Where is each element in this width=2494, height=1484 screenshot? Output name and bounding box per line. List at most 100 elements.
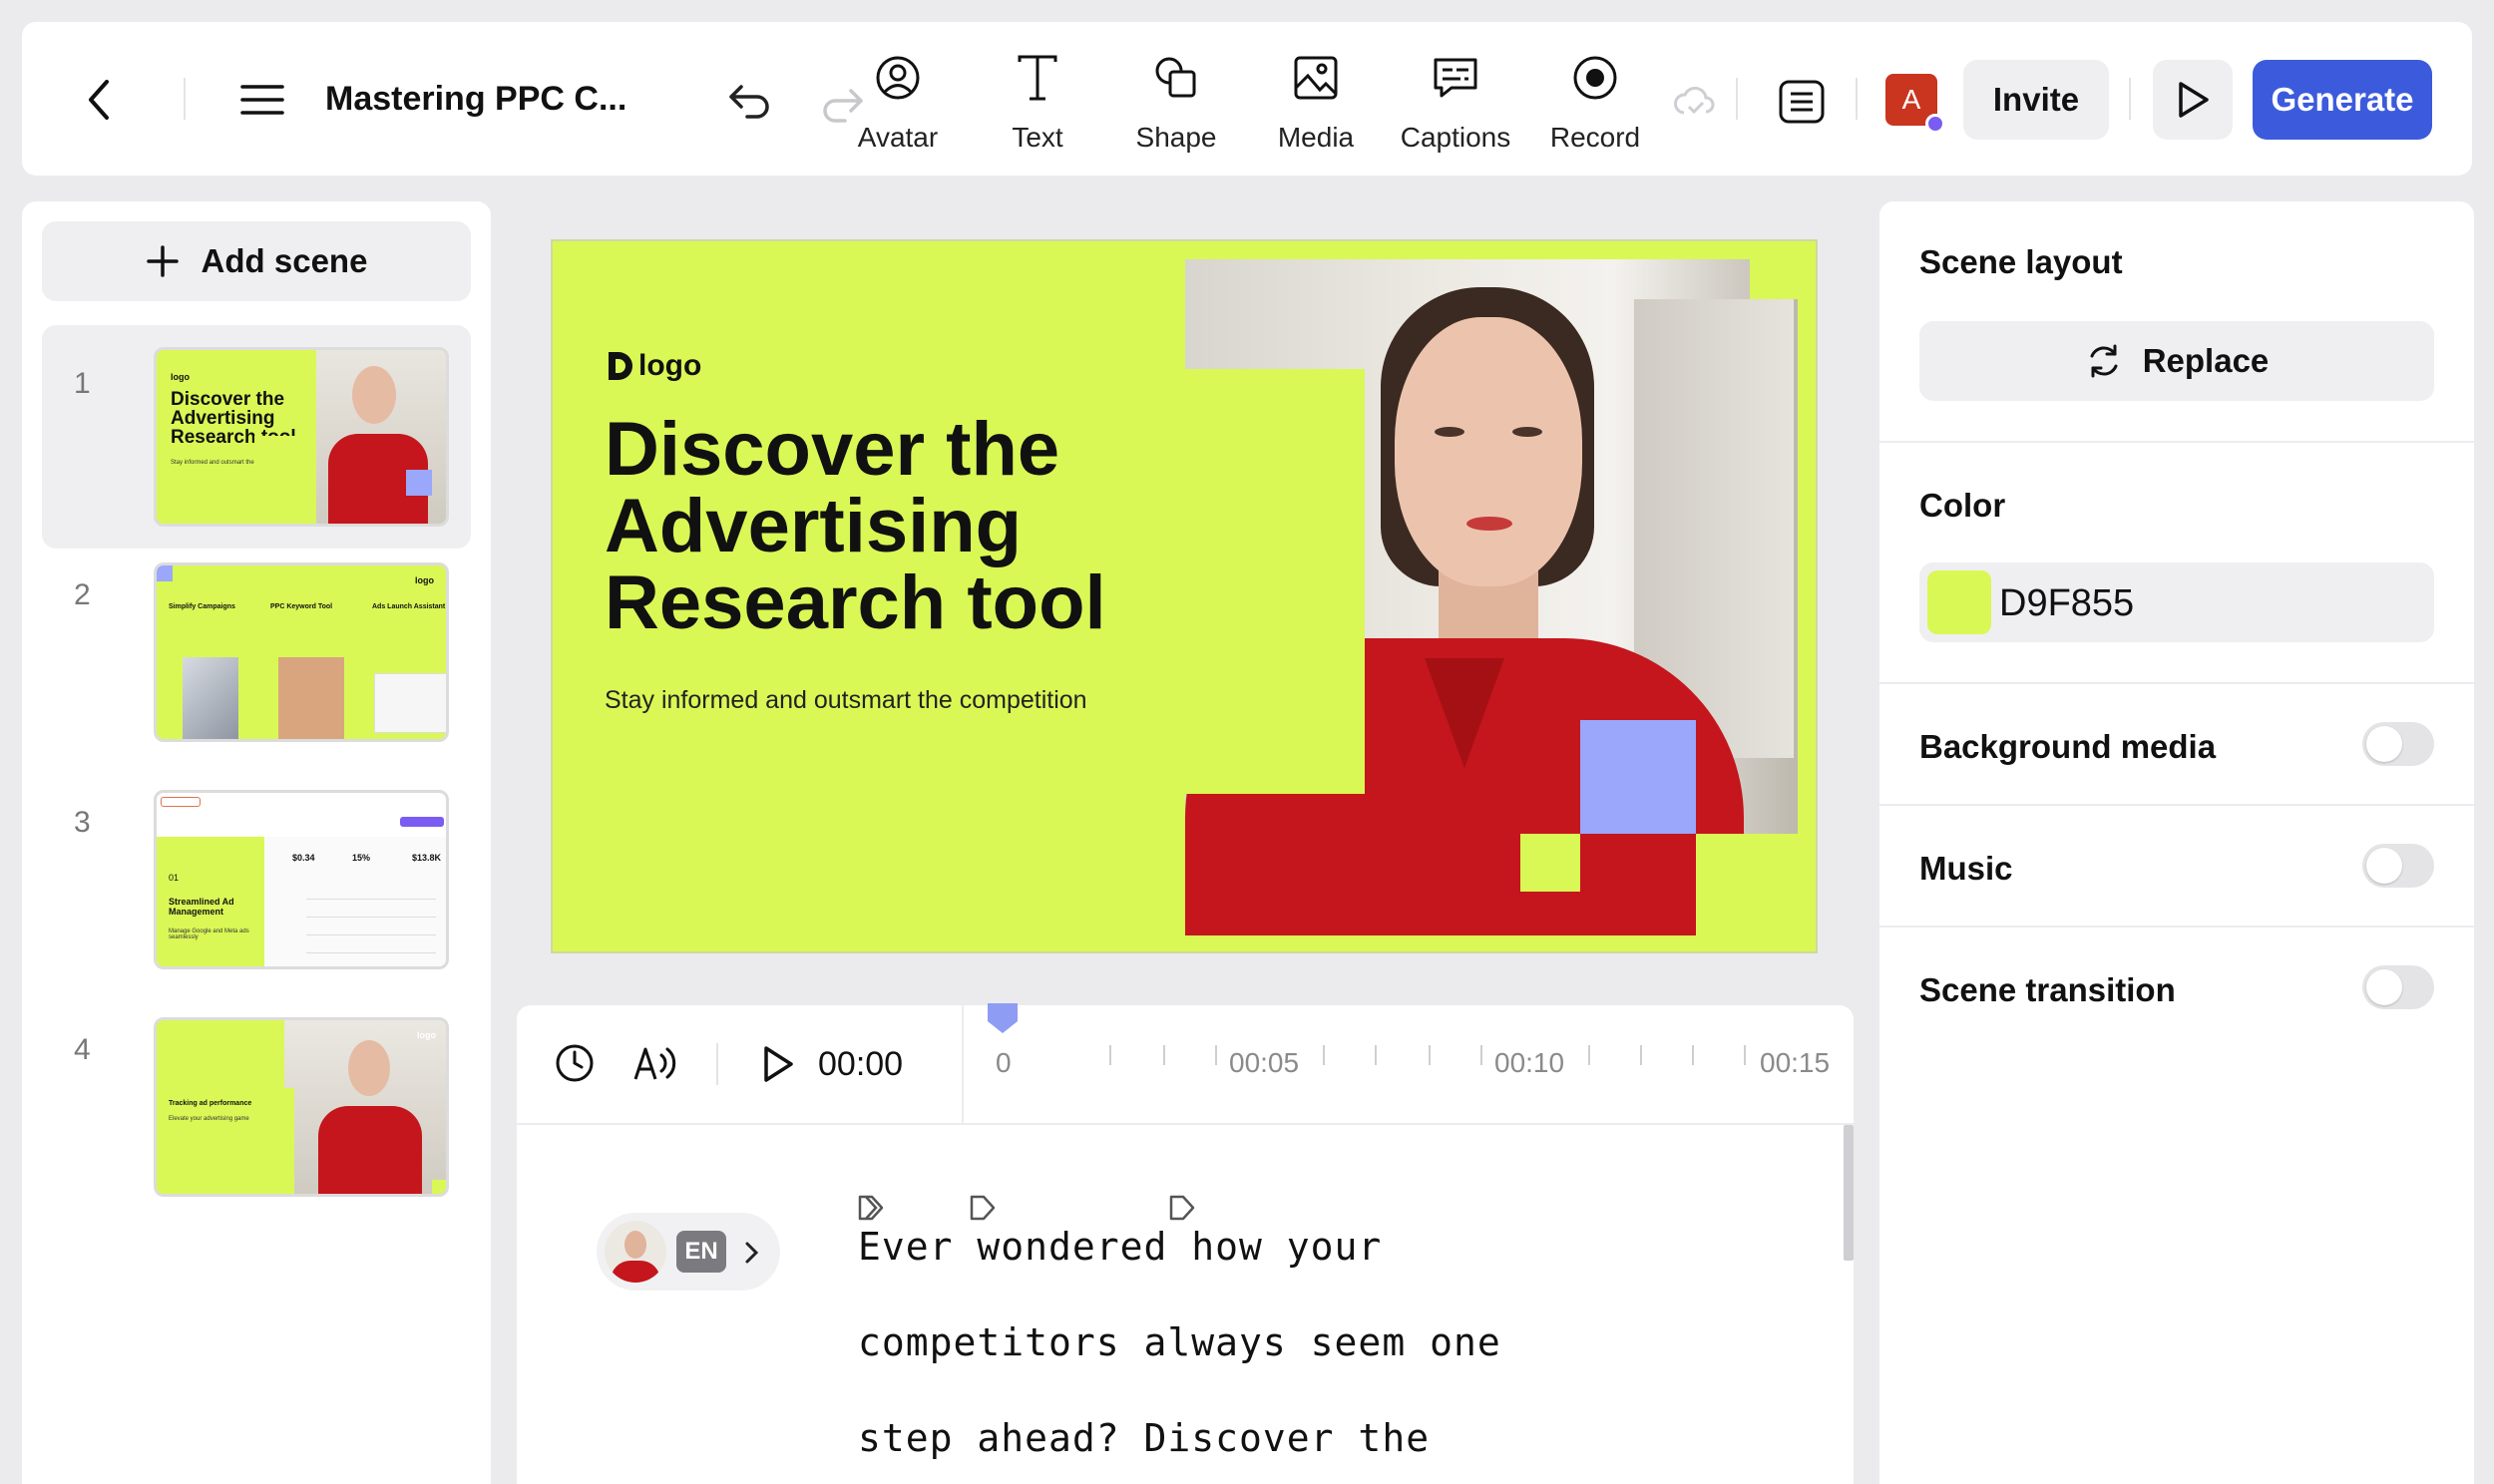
script-line[interactable]: competitors always seem one [858, 1320, 1501, 1364]
add-scene-button[interactable]: Add scene [42, 221, 471, 301]
thumb-col-title: Ads Launch Assistant [372, 603, 446, 610]
thumb-subtitle: Elevate your advertising game [169, 1116, 249, 1122]
scene-transition-toggle[interactable] [2362, 965, 2434, 1009]
user-avatar[interactable]: A [1885, 74, 1945, 134]
background-media-label: Background media [1919, 728, 2217, 765]
scene-thumbnail: logo Simplify Campaigns PPC Keyword Tool… [154, 562, 449, 742]
divider [2129, 78, 2131, 120]
decor-block-lime [1185, 369, 1365, 794]
notes-button[interactable] [1772, 74, 1832, 130]
marker-icon[interactable] [1167, 1193, 1197, 1223]
marker-icon[interactable] [968, 1193, 998, 1223]
media-icon [1294, 56, 1338, 100]
back-button[interactable] [74, 74, 126, 126]
time-mark: 0 [996, 1047, 1012, 1078]
decor-block-lime [1696, 890, 1816, 951]
scene-thumbnail: logo Tracking ad performance Elevate you… [154, 1017, 449, 1197]
time-mark: 00:10 [1494, 1047, 1565, 1078]
tool-media[interactable]: Media [1241, 52, 1391, 172]
undo-icon [729, 85, 769, 119]
avatar-language-chip[interactable]: EN [597, 1213, 780, 1291]
document-title[interactable]: Mastering PPC C... [325, 80, 626, 119]
section-divider [1879, 441, 2474, 443]
tool-captions[interactable]: Captions [1381, 52, 1530, 172]
tool-label: Captions [1400, 122, 1511, 153]
hamburger-icon [240, 85, 284, 115]
scene-item-3[interactable]: 3 $0.34 15% $13.8K 01 Streamlined Ad Man… [42, 780, 471, 1003]
current-time: 00:00 [818, 1045, 904, 1083]
scene-item-4[interactable]: 4 logo Tracking ad performance Elevate y… [42, 1007, 471, 1231]
color-hex-value[interactable]: D9F855 [1999, 582, 2134, 625]
thumb-stat: 15% [352, 853, 371, 863]
avatar-thumb [605, 1221, 666, 1283]
thumb-image [278, 657, 344, 739]
slide-canvas[interactable]: logo Discover the Advertising Research t… [551, 239, 1818, 953]
slide-title[interactable]: Discover the Advertising Research tool [605, 411, 1106, 641]
script-line[interactable]: step ahead? Discover the [858, 1416, 1430, 1460]
tool-label: Avatar [857, 122, 939, 153]
title-line: Advertising [605, 484, 1023, 568]
thumb-logo: logo [171, 372, 190, 382]
scene-number: 3 [74, 806, 91, 839]
divider [1736, 78, 1738, 120]
timeline-vdivider [716, 1043, 718, 1085]
invite-button[interactable]: Invite [1963, 60, 2109, 140]
scene-item-1[interactable]: 1 logo Discover the Advertising Research… [42, 325, 471, 549]
scene-number: 2 [74, 578, 91, 611]
thumb-subtitle: Manage Google and Meta ads seamlessly [169, 928, 249, 940]
generate-button[interactable]: Generate [2253, 60, 2432, 140]
clock-icon [556, 1044, 594, 1082]
title-line: Research tool [605, 560, 1106, 645]
tool-shape[interactable]: Shape [1101, 52, 1251, 172]
music-label: Music [1919, 850, 2013, 887]
cloud-saved-status [1670, 76, 1720, 126]
thumb-logo: logo [417, 1030, 436, 1040]
music-toggle[interactable] [2362, 844, 2434, 888]
scene-thumbnail: logo Discover the Advertising Research t… [154, 347, 449, 527]
voice-settings-button[interactable] [630, 1041, 680, 1085]
tool-record[interactable]: Record [1520, 52, 1670, 172]
thumb-title: Tracking ad performance [169, 1100, 252, 1107]
color-swatch[interactable] [1927, 570, 1991, 634]
tool-text[interactable]: Text [963, 52, 1112, 172]
thumb-col-title: Simplify Campaigns [169, 603, 235, 610]
top-toolbar: Mastering PPC C... Avatar Text Shape Med… [22, 22, 2472, 176]
thumb-stat: $13.8K [412, 853, 442, 863]
menu-button[interactable] [237, 80, 287, 120]
color-field[interactable]: D9F855 [1919, 562, 2434, 642]
logo-text: logo [638, 349, 702, 382]
text-icon [1018, 55, 1057, 101]
section-divider [1879, 804, 2474, 806]
thumb-logo: logo [415, 575, 434, 585]
timeline-scrollbar[interactable] [1844, 1125, 1854, 1261]
duration-button[interactable] [553, 1041, 597, 1085]
thumb-number: 01 [169, 873, 180, 883]
scene-number: 1 [74, 367, 91, 400]
avatar-icon [876, 56, 920, 100]
play-icon [764, 1046, 793, 1082]
play-icon [2179, 82, 2209, 118]
tool-avatar[interactable]: Avatar [823, 52, 973, 172]
script-line[interactable]: Ever wondered how your [858, 1225, 1382, 1269]
preview-button[interactable] [2153, 60, 2233, 140]
chevron-left-icon [89, 80, 109, 120]
pause-marker-icon[interactable] [856, 1193, 886, 1223]
add-scene-label: Add scene [201, 242, 368, 279]
undo-button[interactable] [720, 74, 780, 128]
slide-logo[interactable]: logo [607, 349, 701, 383]
thumb-stat: $0.34 [292, 853, 315, 863]
slide-subtitle[interactable]: Stay informed and outsmart the competiti… [605, 686, 1087, 715]
user-initial: A [1901, 84, 1921, 115]
background-media-toggle[interactable] [2362, 722, 2434, 766]
scene-item-2[interactable]: 2 logo Simplify Campaigns PPC Keyword To… [42, 553, 471, 776]
replace-layout-button[interactable]: Replace [1919, 321, 2434, 401]
tool-label: Shape [1135, 122, 1217, 153]
decor-square-lime [1520, 834, 1580, 892]
thumb-image [374, 673, 446, 733]
plus-icon [146, 245, 179, 277]
timeline-play-button[interactable] [758, 1043, 798, 1085]
decor-block-lime [1750, 259, 1798, 299]
title-line: Discover the [605, 407, 1060, 492]
scene-number: 4 [74, 1033, 91, 1066]
captions-icon [1434, 58, 1477, 98]
